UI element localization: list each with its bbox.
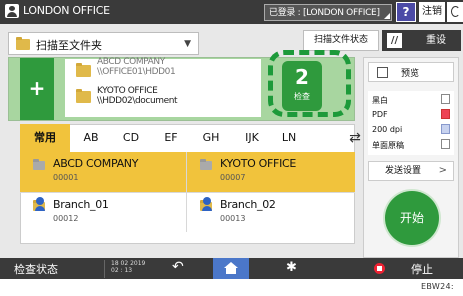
entry-number: 00007 — [220, 173, 246, 182]
corner-triangle-icon — [384, 13, 390, 19]
address-entry[interactable]: KYOTO OFFICE 00007 — [187, 152, 355, 192]
address-entry[interactable]: ABCD COMPANY 00001 — [20, 152, 186, 192]
entry-name: Branch_02 — [220, 198, 276, 211]
selected-destinations-list[interactable]: ABCD COMPANY \\OFFICE01\HDD01 KYOTO OFFI… — [65, 57, 261, 117]
file-type-value: PDF — [372, 110, 388, 119]
destination-type-select[interactable]: 扫描至文件夹 ▼ — [8, 32, 199, 55]
top-bar: LONDON OFFICE 已登录 : [LONDON OFFICE] ? 注销 — [0, 0, 463, 24]
bottom-bar: 检查状态 18 02 2019 02 : 13 ↶ ✱ 停止 — [0, 258, 463, 279]
login-status-text: 已登录 : [LONDON OFFICE] — [269, 8, 380, 18]
tab-frequent[interactable]: 常用 — [20, 124, 70, 152]
reset-button[interactable]: // 重设 — [382, 30, 461, 51]
stop-button[interactable]: 停止 — [411, 261, 433, 277]
resolution-value: 200 dpi — [372, 125, 403, 134]
folder-icon — [33, 159, 45, 170]
destination-name: ABCD COMPANY — [97, 57, 165, 67]
address-entry[interactable]: Branch_02 00013 — [187, 193, 355, 233]
preview-toggle[interactable]: 预览 — [368, 62, 454, 82]
entry-name: ABCD COMPANY — [53, 157, 139, 170]
address-entry[interactable]: Branch_01 00012 — [20, 193, 186, 233]
user-icon — [35, 197, 45, 211]
preview-checkbox[interactable] — [377, 67, 388, 78]
callout-highlight — [268, 50, 351, 117]
folder-icon — [76, 89, 91, 103]
chevron-down-icon: ▼ — [184, 39, 191, 49]
single-sided-icon — [441, 139, 450, 149]
tab-ef[interactable]: EF — [152, 124, 190, 152]
figure-code: EBW24: — [421, 282, 454, 291]
home-icon — [224, 262, 238, 274]
send-settings-label: 发送设置 — [385, 166, 422, 176]
tab-gh[interactable]: GH — [192, 124, 230, 152]
divider — [20, 192, 355, 193]
folder-icon — [16, 37, 30, 50]
moon-icon — [451, 6, 460, 17]
home-button[interactable] — [213, 258, 249, 279]
login-status-badge[interactable]: 已登录 : [LONDON OFFICE] — [264, 4, 392, 21]
back-icon[interactable]: ↶ — [172, 259, 184, 275]
entry-number: 00001 — [53, 173, 79, 182]
tab-ab[interactable]: AB — [72, 124, 110, 152]
color-mode-value: 黑白 — [372, 96, 388, 105]
logout-button[interactable]: 注销 — [419, 2, 445, 22]
entry-name: Branch_01 — [53, 198, 109, 211]
gear-icon[interactable]: ✱ — [286, 260, 297, 275]
date: 18 02 2019 — [111, 260, 146, 267]
current-settings-summary[interactable]: 黑白 PDF 200 dpi 单面原稿 — [368, 91, 454, 155]
destination-path: \\HDD02\document — [97, 96, 178, 106]
add-destination-button[interactable]: + — [20, 58, 54, 120]
stop-icon[interactable] — [374, 263, 385, 274]
time: 02 : 13 — [111, 267, 133, 274]
entry-name: KYOTO OFFICE — [220, 157, 297, 170]
chevron-right-icon: > — [438, 165, 447, 176]
reset-label: 重设 — [426, 35, 446, 46]
entry-number: 00013 — [220, 214, 246, 223]
address-book-tabs: 常用 AB CD EF GH IJK LN ⇄ — [20, 124, 361, 152]
reset-icon: // — [387, 33, 402, 48]
scanner-screen: LONDON OFFICE 已登录 : [LONDON OFFICE] ? 注销… — [0, 0, 463, 279]
date-time: 18 02 2019 02 : 13 — [104, 260, 145, 278]
user-icon — [5, 4, 19, 18]
preview-label: 预览 — [401, 69, 420, 79]
user-icon — [202, 197, 212, 211]
entry-number: 00012 — [53, 214, 79, 223]
tab-ln[interactable]: LN — [274, 124, 304, 152]
energy-saver-button[interactable] — [447, 2, 463, 22]
start-button[interactable]: 开始 — [385, 191, 439, 245]
destination-type-value: 扫描至文件夹 — [36, 39, 102, 52]
tab-cd[interactable]: CD — [112, 124, 150, 152]
check-status-button[interactable]: 检查状态 — [14, 261, 58, 277]
folder-icon — [200, 159, 212, 170]
destination-path: \\OFFICE01\HDD01 — [97, 67, 176, 77]
tab-ijk[interactable]: IJK — [232, 124, 272, 152]
scan-file-status-button[interactable]: 扫描文件状态 — [303, 30, 379, 51]
folder-icon — [76, 63, 91, 77]
resolution-icon — [441, 124, 450, 134]
destination-name: KYOTO OFFICE — [97, 86, 158, 96]
app-title: LONDON OFFICE — [23, 4, 110, 17]
send-settings-button[interactable]: 发送设置 > — [368, 161, 454, 181]
pdf-icon — [441, 109, 450, 119]
color-mode-icon — [441, 94, 450, 104]
original-sides-value: 单面原稿 — [372, 141, 404, 150]
help-button[interactable]: ? — [396, 2, 416, 22]
